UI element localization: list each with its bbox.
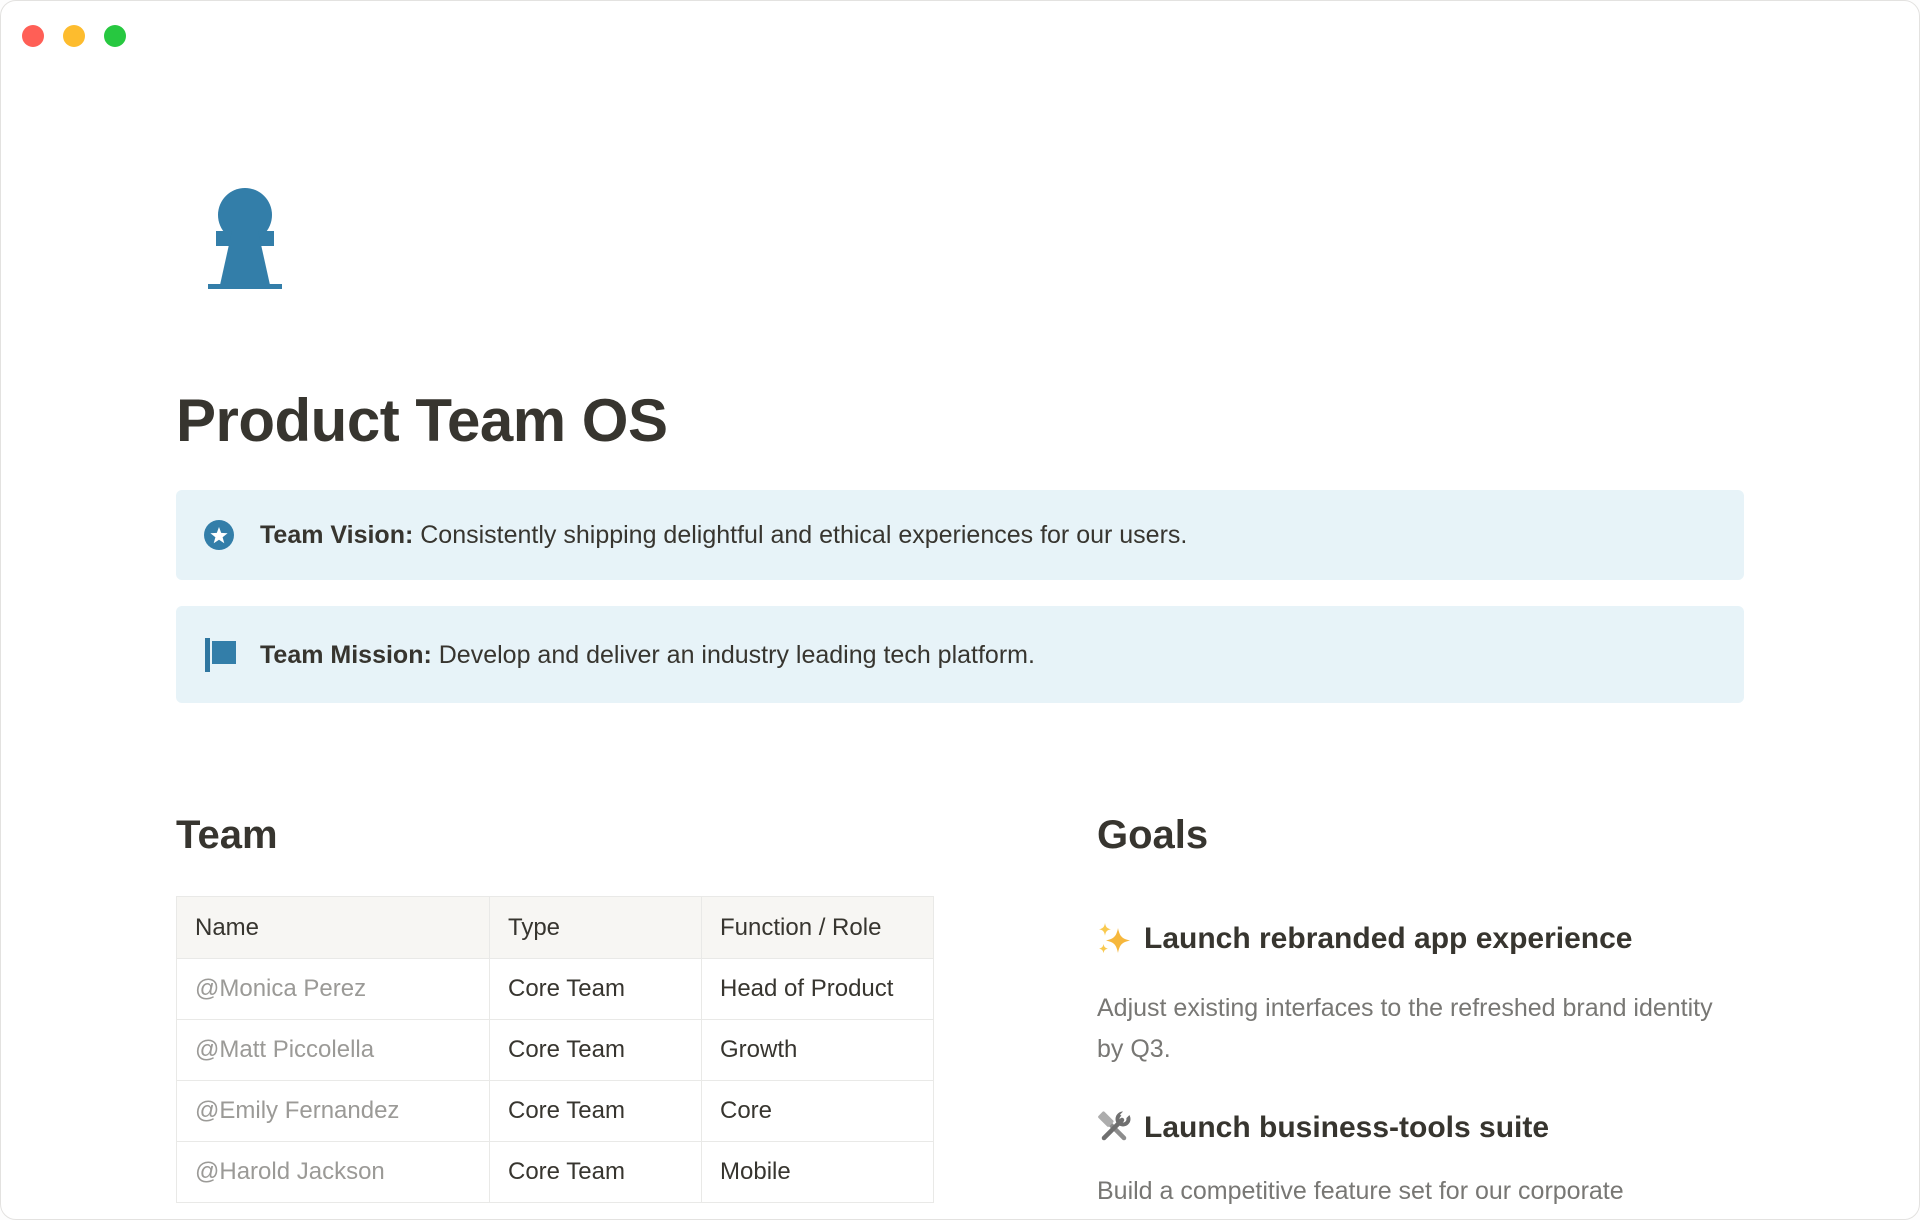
team-table: Name Type Function / Role @Monica Perez … — [176, 896, 934, 1203]
goal-title-rebranded-app[interactable]: Launch rebranded app experience — [1097, 919, 1744, 958]
goal-title-text: Launch business-tools suite — [1144, 1108, 1549, 1147]
page-title[interactable]: Product Team OS — [176, 385, 1744, 457]
header-function-role[interactable]: Function / Role — [702, 897, 934, 959]
goals-heading[interactable]: Goals — [1097, 811, 1744, 859]
page-content: Product Team OS Team Vision: Consistentl… — [176, 1, 1744, 1212]
member-role[interactable]: Growth — [702, 1020, 934, 1081]
member-type[interactable]: Core Team — [490, 1142, 702, 1203]
pawn-icon[interactable] — [203, 185, 287, 295]
table-row: @Harold Jackson Core Team Mobile — [177, 1142, 934, 1203]
goal-description[interactable]: Adjust existing interfaces to the refres… — [1097, 988, 1744, 1070]
hammer-wrench-icon — [1097, 1111, 1131, 1145]
star-badge-icon — [202, 516, 236, 554]
close-button[interactable] — [22, 25, 44, 47]
team-mission-label: Team Mission: — [260, 641, 432, 669]
table-header-row: Name Type Function / Role — [177, 897, 934, 959]
header-type[interactable]: Type — [490, 897, 702, 959]
goal-title-business-tools[interactable]: Launch business-tools suite — [1097, 1108, 1744, 1147]
minimize-button[interactable] — [63, 25, 85, 47]
team-mission-text: Team Mission: Develop and deliver an ind… — [260, 637, 1035, 673]
goals-column: Goals Launch rebranded app experience Ad… — [1097, 811, 1744, 1212]
member-mention[interactable]: @Harold Jackson — [177, 1142, 490, 1203]
team-mission-body: Develop and deliver an industry leading … — [432, 641, 1035, 669]
table-row: @Matt Piccolella Core Team Growth — [177, 1020, 934, 1081]
flag-icon — [202, 636, 236, 674]
header-name[interactable]: Name — [177, 897, 490, 959]
team-vision-label: Team Vision: — [260, 521, 413, 549]
member-type[interactable]: Core Team — [490, 959, 702, 1020]
team-column: Team Name Type Function / Role @Monica P… — [176, 811, 933, 1212]
table-row: @Emily Fernandez Core Team Core — [177, 1081, 934, 1142]
zoom-button[interactable] — [104, 25, 126, 47]
goal-description[interactable]: Build a competitive feature set for our … — [1097, 1171, 1744, 1212]
goal-title-text: Launch rebranded app experience — [1144, 919, 1632, 958]
sparkles-icon — [1097, 922, 1131, 956]
two-column-layout: Team Name Type Function / Role @Monica P… — [176, 811, 1744, 1212]
member-type[interactable]: Core Team — [490, 1020, 702, 1081]
team-vision-body: Consistently shipping delightful and eth… — [413, 521, 1187, 549]
member-role[interactable]: Mobile — [702, 1142, 934, 1203]
member-mention[interactable]: @Matt Piccolella — [177, 1020, 490, 1081]
team-mission-callout[interactable]: Team Mission: Develop and deliver an ind… — [176, 606, 1744, 703]
team-vision-callout[interactable]: Team Vision: Consistently shipping delig… — [176, 490, 1744, 580]
team-vision-text: Team Vision: Consistently shipping delig… — [260, 517, 1187, 553]
member-role[interactable]: Core — [702, 1081, 934, 1142]
app-window: Product Team OS Team Vision: Consistentl… — [0, 0, 1920, 1220]
member-mention[interactable]: @Emily Fernandez — [177, 1081, 490, 1142]
table-row: @Monica Perez Core Team Head of Product — [177, 959, 934, 1020]
member-type[interactable]: Core Team — [490, 1081, 702, 1142]
window-controls — [22, 25, 126, 47]
member-mention[interactable]: @Monica Perez — [177, 959, 490, 1020]
team-heading[interactable]: Team — [176, 811, 933, 859]
member-role[interactable]: Head of Product — [702, 959, 934, 1020]
